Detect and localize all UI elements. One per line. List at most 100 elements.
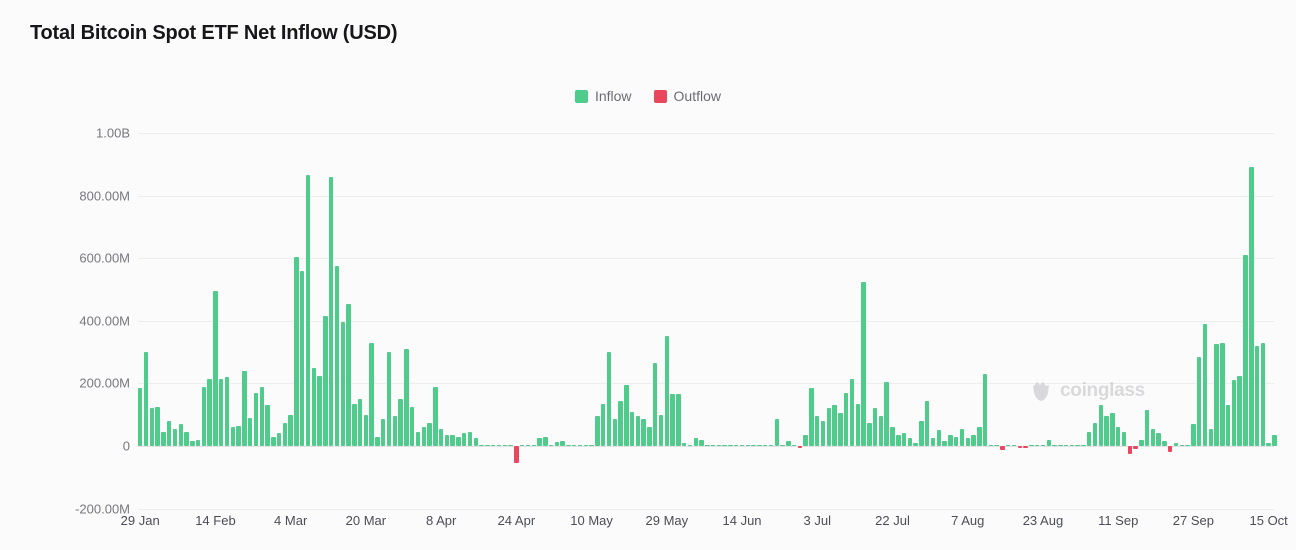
bar-inflow[interactable] bbox=[537, 438, 542, 446]
bar-inflow[interactable] bbox=[404, 348, 409, 446]
bar-inflow[interactable] bbox=[1011, 444, 1017, 446]
bar-inflow[interactable] bbox=[1034, 444, 1040, 446]
bar-inflow[interactable] bbox=[664, 336, 670, 446]
bar-inflow[interactable] bbox=[653, 363, 658, 446]
bar-inflow[interactable] bbox=[1115, 427, 1121, 446]
bar-inflow[interactable] bbox=[323, 316, 328, 446]
bar-inflow[interactable] bbox=[155, 406, 160, 446]
bar-outflow[interactable] bbox=[1023, 446, 1028, 448]
bar-inflow[interactable] bbox=[867, 422, 872, 446]
bar-inflow[interactable] bbox=[271, 437, 276, 446]
bar-inflow[interactable] bbox=[676, 394, 681, 446]
bar-inflow[interactable] bbox=[357, 399, 363, 446]
bar-inflow[interactable] bbox=[1087, 431, 1092, 446]
bar-inflow[interactable] bbox=[1052, 444, 1057, 446]
bar-inflow[interactable] bbox=[890, 427, 895, 446]
bar-inflow[interactable] bbox=[803, 435, 808, 446]
bar-inflow[interactable] bbox=[1260, 342, 1266, 446]
bar-inflow[interactable] bbox=[1046, 439, 1051, 446]
bar-inflow[interactable] bbox=[161, 431, 166, 446]
bar-inflow[interactable] bbox=[600, 403, 606, 446]
bar-inflow[interactable] bbox=[815, 416, 820, 446]
bar-inflow[interactable] bbox=[195, 439, 201, 446]
bar-inflow[interactable] bbox=[288, 414, 293, 446]
bar-inflow[interactable] bbox=[1104, 416, 1109, 446]
bar-inflow[interactable] bbox=[896, 435, 901, 446]
bar-inflow[interactable] bbox=[1162, 441, 1167, 446]
bar-inflow[interactable] bbox=[294, 256, 299, 446]
bar-inflow[interactable] bbox=[849, 378, 855, 446]
bar-inflow[interactable] bbox=[757, 444, 762, 446]
bar-inflow[interactable] bbox=[1075, 444, 1080, 446]
bar-inflow[interactable] bbox=[462, 433, 467, 446]
bar-inflow[interactable] bbox=[1254, 345, 1260, 446]
bar-inflow[interactable] bbox=[566, 444, 571, 446]
bar-inflow[interactable] bbox=[1081, 444, 1086, 446]
bar-inflow[interactable] bbox=[988, 444, 994, 446]
bar-inflow[interactable] bbox=[207, 378, 212, 446]
bar-inflow[interactable] bbox=[1121, 431, 1127, 446]
bar-inflow[interactable] bbox=[843, 392, 849, 446]
bar-inflow[interactable] bbox=[618, 400, 623, 446]
bar-inflow[interactable] bbox=[1029, 444, 1034, 446]
bar-inflow[interactable] bbox=[1179, 444, 1185, 446]
bar-inflow[interactable] bbox=[855, 403, 860, 446]
bar-inflow[interactable] bbox=[236, 425, 241, 446]
bar-inflow[interactable] bbox=[745, 444, 751, 446]
bar-inflow[interactable] bbox=[982, 374, 988, 446]
bar-inflow[interactable] bbox=[693, 438, 698, 446]
bar-inflow[interactable] bbox=[658, 414, 664, 446]
bar-inflow[interactable] bbox=[901, 433, 907, 446]
bar-inflow[interactable] bbox=[1202, 323, 1208, 446]
bar-inflow[interactable] bbox=[1237, 375, 1242, 446]
bar-inflow[interactable] bbox=[259, 386, 264, 446]
bar-inflow[interactable] bbox=[919, 420, 924, 446]
bar-inflow[interactable] bbox=[519, 444, 525, 446]
bar-inflow[interactable] bbox=[224, 377, 230, 446]
bar-inflow[interactable] bbox=[612, 419, 617, 446]
bar-inflow[interactable] bbox=[138, 388, 143, 446]
bar-inflow[interactable] bbox=[490, 444, 496, 446]
bar-inflow[interactable] bbox=[670, 394, 675, 446]
bar-inflow[interactable] bbox=[699, 439, 704, 446]
bar-inflow[interactable] bbox=[438, 428, 444, 446]
bar-inflow[interactable] bbox=[531, 444, 536, 446]
bar-inflow[interactable] bbox=[190, 441, 195, 446]
bar-inflow[interactable] bbox=[560, 441, 565, 446]
bar-inflow[interactable] bbox=[913, 442, 918, 446]
bar-inflow[interactable] bbox=[450, 435, 455, 446]
bar-inflow[interactable] bbox=[577, 444, 583, 446]
bar-inflow[interactable] bbox=[572, 444, 577, 446]
bar-inflow[interactable] bbox=[1144, 410, 1150, 446]
bar-inflow[interactable] bbox=[230, 427, 236, 446]
bar-inflow[interactable] bbox=[1225, 405, 1231, 446]
bar-inflow[interactable] bbox=[728, 444, 733, 446]
bar-inflow[interactable] bbox=[948, 435, 953, 446]
bar-inflow[interactable] bbox=[1208, 428, 1213, 446]
bar-inflow[interactable] bbox=[739, 444, 745, 446]
bar-inflow[interactable] bbox=[386, 352, 392, 446]
bar-inflow[interactable] bbox=[184, 431, 189, 446]
bar-inflow[interactable] bbox=[1058, 444, 1063, 446]
bar-inflow[interactable] bbox=[994, 444, 999, 446]
bar-outflow[interactable] bbox=[1127, 446, 1132, 454]
bar-inflow[interactable] bbox=[774, 419, 779, 446]
bar-inflow[interactable] bbox=[392, 416, 398, 446]
bar-inflow[interactable] bbox=[1150, 428, 1156, 446]
bar-inflow[interactable] bbox=[606, 352, 612, 446]
bar-inflow[interactable] bbox=[346, 303, 351, 446]
bar-inflow[interactable] bbox=[1191, 424, 1196, 446]
bar-inflow[interactable] bbox=[282, 422, 288, 446]
bar-inflow[interactable] bbox=[502, 444, 507, 446]
bar-inflow[interactable] bbox=[381, 419, 386, 446]
bar-outflow[interactable] bbox=[514, 446, 519, 464]
bar-inflow[interactable] bbox=[1156, 433, 1161, 446]
bar-outflow[interactable] bbox=[1133, 446, 1138, 449]
bar-inflow[interactable] bbox=[1040, 444, 1046, 446]
bar-inflow[interactable] bbox=[1110, 413, 1115, 446]
bar-inflow[interactable] bbox=[363, 414, 369, 446]
bar-inflow[interactable] bbox=[786, 441, 791, 446]
bar-inflow[interactable] bbox=[247, 417, 253, 446]
bar-inflow[interactable] bbox=[398, 399, 403, 446]
bar-inflow[interactable] bbox=[1173, 442, 1179, 446]
